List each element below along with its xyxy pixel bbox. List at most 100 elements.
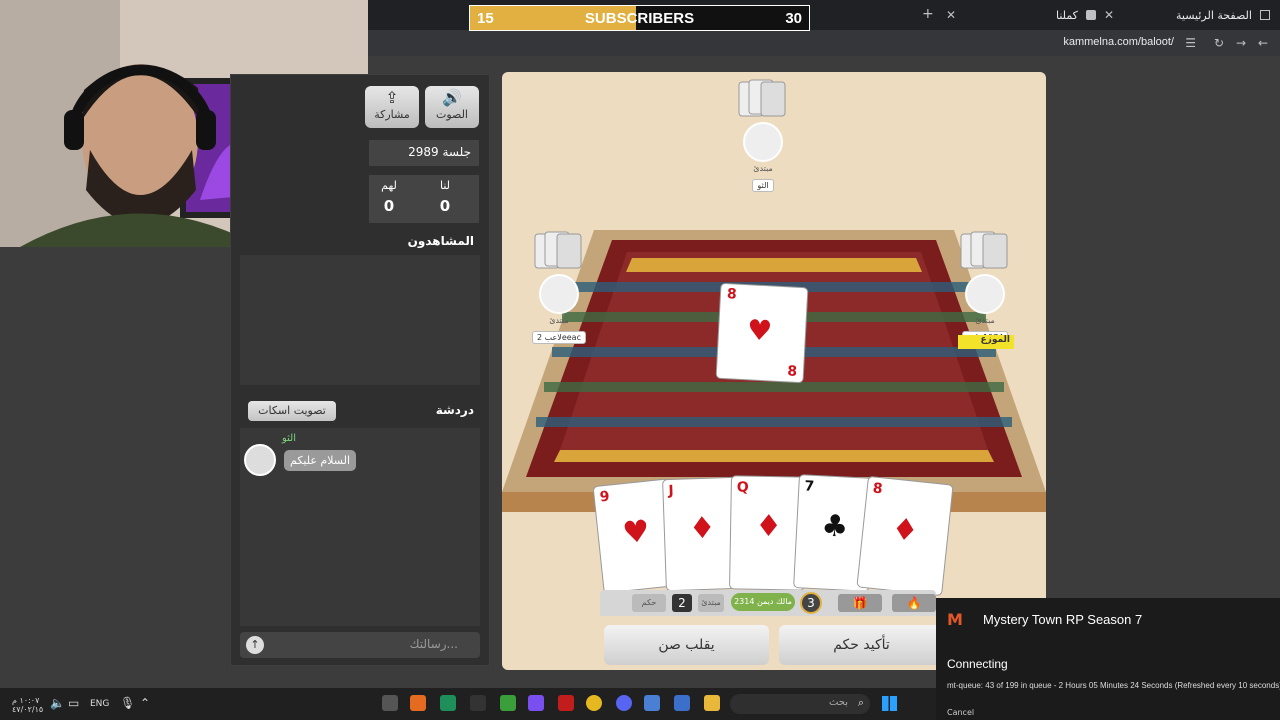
- reload-icon[interactable]: ↻: [1214, 36, 1224, 50]
- language-indicator[interactable]: ENG: [90, 699, 109, 709]
- hand-card-rank: 9: [598, 488, 611, 506]
- app-icon[interactable]: [558, 695, 574, 711]
- subscriber-goal: 30: [785, 10, 802, 27]
- chat-input[interactable]: رسالتك...: [240, 632, 480, 658]
- player-level: مبتدئ: [549, 316, 569, 325]
- subscriber-label: SUBSCRIBERS: [584, 10, 695, 27]
- hokm-chip: حكم: [632, 594, 666, 612]
- hand-card-rank: Q: [736, 479, 749, 496]
- mic-icon[interactable]: 🎙: [120, 696, 135, 710]
- home-favicon-icon: [1259, 10, 1270, 20]
- hand-card-rank: J: [668, 482, 674, 500]
- chat-area: [240, 428, 480, 626]
- subscriber-goal-bar: 15 SUBSCRIBERS 30: [469, 5, 810, 31]
- taskbar: ١٠:٠٧ م ٤٧/٠٢/١٥ 🔈 ▭ ENG 🎙 ⌃ بحث ⌕: [0, 688, 936, 720]
- sound-label: الصوت: [436, 108, 468, 121]
- tune-icon[interactable]: ☰: [1185, 36, 1196, 50]
- fire-icon[interactable]: 🔥: [892, 594, 936, 612]
- xbox-icon[interactable]: [500, 695, 516, 711]
- hand-card-suit: ♥: [620, 513, 652, 552]
- player-name: لاعب 2eeac: [532, 331, 586, 344]
- kammelna-favicon-icon: [1085, 10, 1096, 20]
- app-icon[interactable]: [674, 695, 690, 711]
- store-icon[interactable]: [644, 695, 660, 711]
- app-icon[interactable]: [382, 695, 398, 711]
- spectators-title: المشاهدون: [407, 234, 474, 248]
- played-card-suit: ♥: [746, 313, 774, 348]
- level-chip: مبتدئ: [698, 594, 724, 612]
- search-icon: ⌕: [857, 696, 864, 709]
- score-them-label: لهم: [381, 179, 397, 192]
- hand-card-suit: ♣: [820, 508, 850, 545]
- gift-icon[interactable]: 🎁: [838, 594, 882, 612]
- tab-home-label: الصفحة الرئيسية: [1176, 8, 1252, 22]
- speaker-icon: 🔊: [442, 88, 462, 107]
- clock-date: ٤٧/٠٢/١٥: [12, 705, 44, 714]
- app-icon[interactable]: [410, 695, 426, 711]
- discord-icon[interactable]: [616, 695, 632, 711]
- points-badge: مالك ديمن 2314: [731, 593, 795, 611]
- notification-detail: mt-queue: 43 of 199 in queue - 2 Hours 0…: [947, 681, 1280, 690]
- round-count: 2: [672, 594, 692, 612]
- close-tab-icon[interactable]: ✕: [946, 8, 956, 22]
- played-card-rank: 8: [726, 286, 738, 303]
- session-number: جلسة 2989: [369, 140, 479, 166]
- confirm-hokm-button[interactable]: تأكيد حكم: [779, 625, 944, 665]
- player-top[interactable]: مبتدئ الثو: [733, 78, 793, 192]
- mute-vote-button[interactable]: تصويت اسكات: [248, 401, 336, 421]
- forward-icon[interactable]: →: [1236, 36, 1246, 50]
- player-left[interactable]: مبتدئ لاعب 2eeac: [529, 230, 589, 344]
- played-card: 8 ♥ 8: [715, 282, 809, 384]
- hand-card-rank: 7: [803, 478, 815, 495]
- notification-title: Mystery Town RP Season 7: [983, 612, 1143, 627]
- chrome-icon[interactable]: [586, 695, 602, 711]
- chat-message-text: السلام عليكم: [284, 450, 357, 471]
- taskbar-clock[interactable]: ١٠:٠٧ م ٤٧/٠٢/١٥: [12, 696, 43, 714]
- url-field[interactable]: kammelna.com/baloot/: [1063, 36, 1174, 48]
- mystery-town-logo-icon: M: [947, 610, 963, 629]
- tab-kammelna[interactable]: كملنا: [1056, 4, 1096, 26]
- opponent-cards: [738, 79, 786, 117]
- player-name: الثو: [752, 179, 774, 192]
- search-box[interactable]: بحث ⌕: [730, 694, 870, 714]
- player-avatar: [743, 122, 783, 162]
- score-us-label: لنا: [439, 179, 451, 192]
- folder-icon[interactable]: [704, 695, 720, 711]
- score-us-value: 0: [439, 197, 451, 215]
- hand-card-suit: ♦: [754, 508, 783, 545]
- chat-input-placeholder: رسالتك...: [409, 637, 458, 651]
- new-tab-button[interactable]: +: [922, 6, 934, 22]
- game-icon[interactable]: [528, 695, 544, 711]
- chevron-up-icon[interactable]: ⌃: [140, 696, 150, 710]
- volume-icon[interactable]: 🔈: [50, 696, 65, 710]
- chat-avatar: [244, 444, 276, 476]
- close-tab-icon[interactable]: ✕: [1104, 8, 1114, 22]
- app-icon[interactable]: [470, 695, 486, 711]
- tab-kammelna-label: كملنا: [1056, 8, 1078, 22]
- app-icon[interactable]: [440, 695, 456, 711]
- player-avatar: [965, 274, 1005, 314]
- back-icon[interactable]: ←: [1258, 36, 1268, 50]
- share-button[interactable]: ⇪ مشاركة: [365, 86, 419, 128]
- score-box: لنا لهم 0 0: [369, 175, 479, 223]
- turn-timer: 3: [800, 592, 822, 614]
- player-avatar: [539, 274, 579, 314]
- notification-cancel-button[interactable]: Cancel: [947, 708, 974, 717]
- flip-sun-button[interactable]: يقلب صن: [604, 625, 769, 665]
- opponent-cards: [960, 231, 1008, 269]
- search-placeholder: بحث: [828, 697, 848, 708]
- sound-button[interactable]: 🔊 الصوت: [425, 86, 479, 128]
- dealer-badge: الموزع: [958, 335, 1014, 349]
- hand-card-suit: ♦: [889, 511, 921, 550]
- send-arrow-icon[interactable]: ↑: [246, 636, 264, 654]
- player-level: مبتدئ: [753, 164, 773, 173]
- player-right[interactable]: مبتدئ zak 1974: [955, 230, 1015, 344]
- hand-card-rank: 8: [871, 480, 884, 498]
- hand-card[interactable]: 8 ♦: [856, 475, 954, 597]
- tab-home[interactable]: الصفحة الرئيسية: [1176, 4, 1270, 26]
- windows-start-icon[interactable]: [882, 696, 897, 711]
- network-icon[interactable]: ▭: [68, 696, 79, 710]
- share-label: مشاركة: [374, 108, 410, 121]
- queue-notification: M Mystery Town RP Season 7 Connecting mt…: [936, 598, 1280, 720]
- opponent-cards: [534, 231, 582, 269]
